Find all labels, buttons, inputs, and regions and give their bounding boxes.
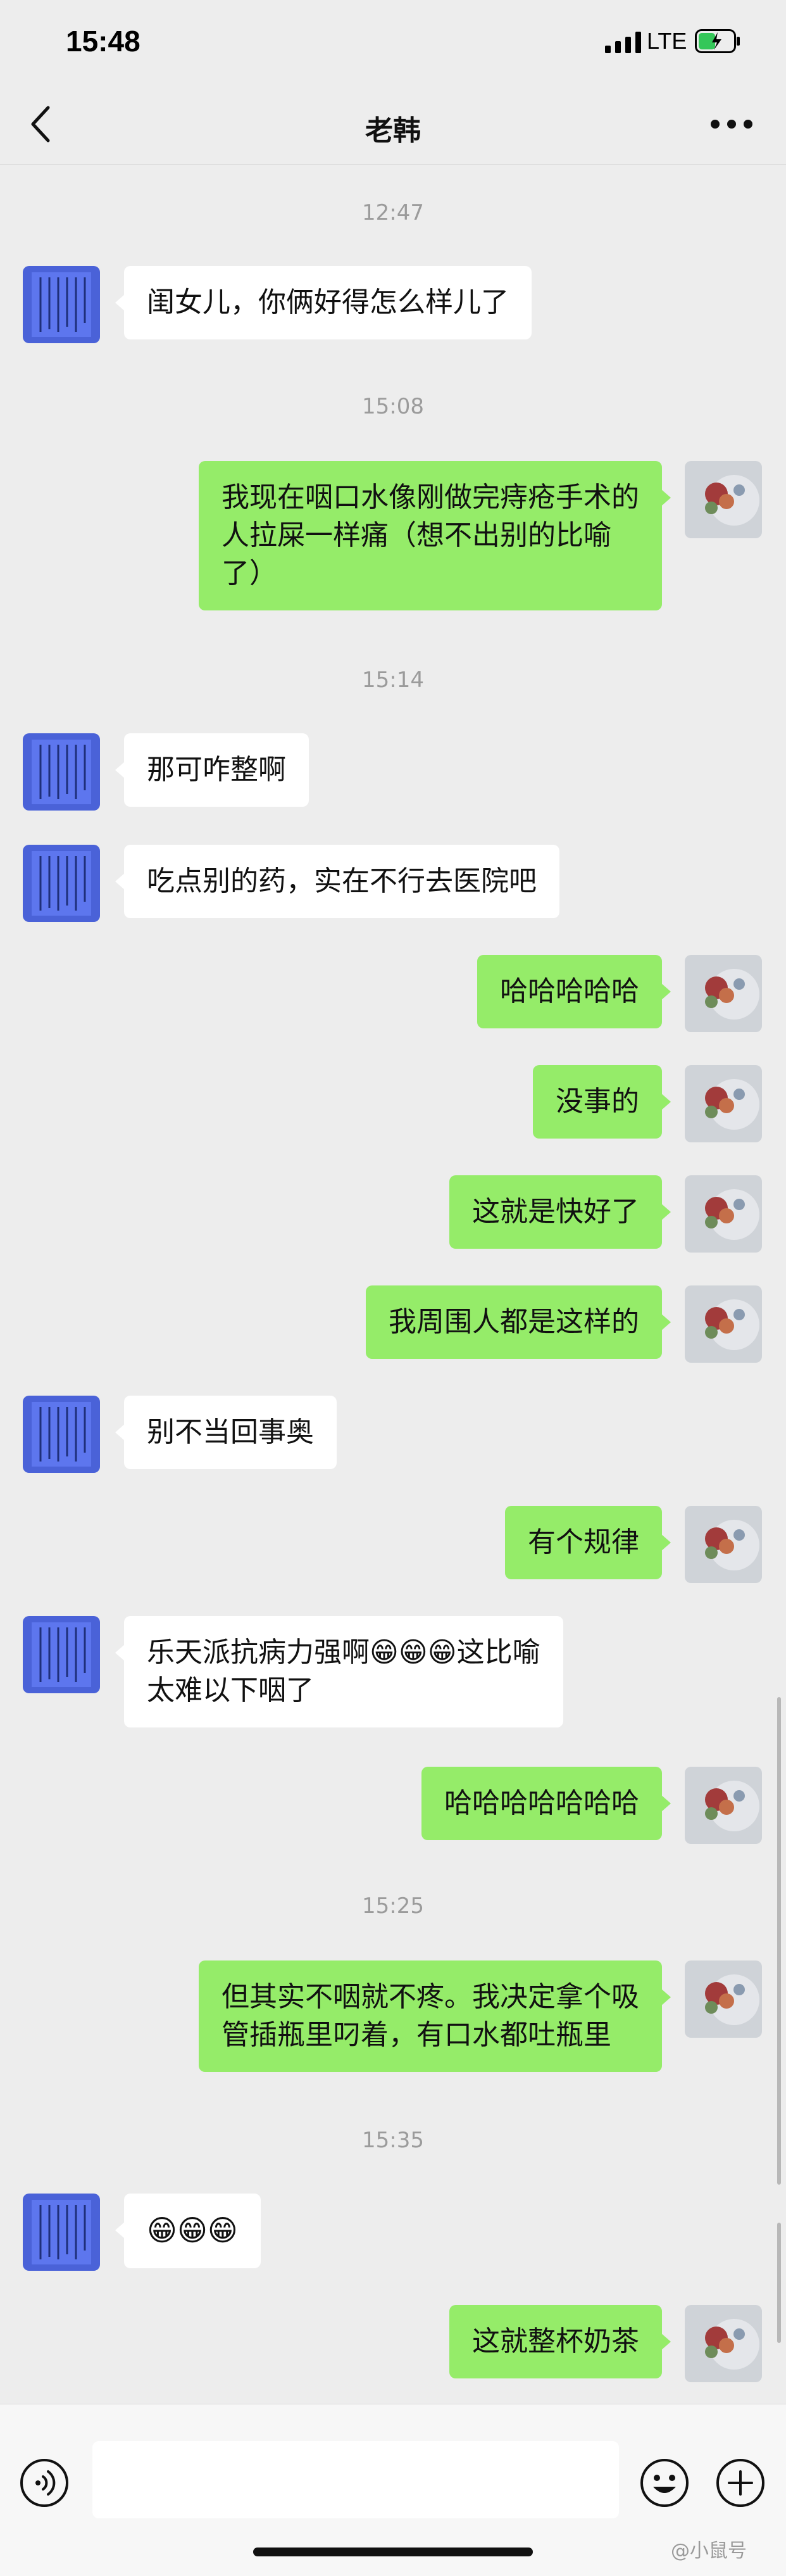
avatar-other[interactable] xyxy=(23,1396,100,1473)
message-text: 这就是快好了 xyxy=(472,1196,639,1228)
message-text-line: 我现在咽口水像刚做完痔疮手术的 xyxy=(221,481,639,514)
scrollbar-thumb[interactable] xyxy=(777,2223,781,2343)
message-text: 哈哈哈哈哈 xyxy=(500,975,639,1007)
message-bubble-self[interactable]: 哈哈哈哈哈哈哈 xyxy=(421,1767,671,1840)
message-text-line: 人拉屎一样痛（想不出别的比喻 xyxy=(221,519,611,552)
message-bubble-other[interactable]: 闺女儿，你俩好得怎么样儿了 xyxy=(115,266,532,339)
signal-icon xyxy=(605,32,641,53)
message-text: 闺女儿，你俩好得怎么样儿了 xyxy=(147,286,509,319)
avatar-self[interactable] xyxy=(685,1285,762,1363)
message-text: 别不当回事奥 xyxy=(147,1416,314,1448)
message-bubble-other[interactable]: 吃点别的药，实在不行去医院吧 xyxy=(115,845,559,918)
battery-charging-icon xyxy=(695,29,740,53)
message-text-line: 了） xyxy=(221,557,277,590)
input-bar: @小鼠号 xyxy=(0,2404,786,2576)
avatar-self[interactable] xyxy=(685,461,762,538)
message-bubble-self[interactable]: 没事的 xyxy=(533,1065,671,1139)
scrollbar[interactable] xyxy=(777,1697,781,2185)
message-text: 没事的 xyxy=(556,1085,639,1118)
avatar-self[interactable] xyxy=(685,955,762,1032)
avatar-other[interactable] xyxy=(23,1616,100,1693)
message-bubble-other[interactable]: 别不当回事奥 xyxy=(115,1396,337,1469)
message-bubble-self[interactable]: 这就是快好了 xyxy=(449,1175,671,1249)
avatar-self[interactable] xyxy=(685,1065,762,1142)
message-bubble-self[interactable]: 我周围人都是这样的 xyxy=(366,1285,671,1359)
message-text-line: 管插瓶里叼着，有口水都吐瓶里 xyxy=(221,2019,611,2051)
avatar-self[interactable] xyxy=(685,2305,762,2382)
chat-title: 老韩 xyxy=(365,115,421,146)
avatar-other[interactable] xyxy=(23,266,100,343)
network-label: LTE xyxy=(647,28,687,54)
message-text: 吃点别的药，实在不行去医院吧 xyxy=(147,865,537,897)
message-bubble-self[interactable]: 这就整杯奶茶 xyxy=(449,2305,671,2378)
message-bubble-other[interactable]: 那可咋整啊 xyxy=(115,733,309,807)
message-text-line: 但其实不咽就不疼。我决定拿个吸 xyxy=(221,1981,639,2013)
message-text: 那可咋整啊 xyxy=(147,754,286,786)
home-indicator[interactable] xyxy=(253,2548,533,2556)
avatar-other[interactable] xyxy=(23,2194,100,2271)
message-bubble-self[interactable]: 哈哈哈哈哈 xyxy=(477,955,671,1028)
avatar-other[interactable] xyxy=(23,733,100,811)
message-text: 我周围人都是这样的 xyxy=(389,1306,639,1338)
avatar-self[interactable] xyxy=(685,1767,762,1844)
message-bubble-self[interactable]: 有个规律 xyxy=(505,1506,671,1579)
more-dots-icon[interactable] xyxy=(709,117,754,132)
message-text: 这就整杯奶茶 xyxy=(472,2325,639,2358)
plus-icon[interactable] xyxy=(715,2458,766,2508)
avatar-self[interactable] xyxy=(685,1506,762,1583)
timestamp: 15:14 xyxy=(362,667,424,693)
message-text-line: 乐天派抗病力强啊😁😁😁这比喻 xyxy=(147,1636,540,1669)
emoji-icon[interactable] xyxy=(639,2458,690,2508)
avatar-self[interactable] xyxy=(685,1960,762,2038)
message-bubble-other[interactable]: 乐天派抗病力强啊😁😁😁这比喻 太难以下咽了 xyxy=(115,1616,563,1727)
avatar-self[interactable] xyxy=(685,1175,762,1253)
voice-icon[interactable] xyxy=(19,2458,70,2508)
message-text: 有个规律 xyxy=(528,1526,639,1558)
message-text: 哈哈哈哈哈哈哈 xyxy=(444,1787,639,1819)
status-bar: 15:48 LTE xyxy=(0,0,786,86)
timestamp: 15:25 xyxy=(362,1893,424,1919)
message-text-line: 太难以下咽了 xyxy=(147,1674,314,1707)
message-text: 😁😁😁 xyxy=(147,2213,238,2247)
message-bubble-self[interactable]: 但其实不咽就不疼。我决定拿个吸 管插瓶里叼着，有口水都吐瓶里 xyxy=(199,1960,671,2072)
watermark: @小鼠号 xyxy=(671,2540,747,2562)
message-bubble-self[interactable]: 我现在咽口水像刚做完痔疮手术的 人拉屎一样痛（想不出别的比喻 了） xyxy=(199,461,671,610)
nav-bar: 老韩 xyxy=(0,86,786,165)
status-time: 15:48 xyxy=(66,25,140,58)
message-bubble-other[interactable]: 😁😁😁 xyxy=(115,2194,261,2268)
avatar-other[interactable] xyxy=(23,845,100,922)
timestamp: 12:47 xyxy=(362,200,424,225)
timestamp: 15:35 xyxy=(362,2128,424,2153)
message-input[interactable] xyxy=(92,2441,619,2518)
timestamp: 15:08 xyxy=(362,394,424,419)
